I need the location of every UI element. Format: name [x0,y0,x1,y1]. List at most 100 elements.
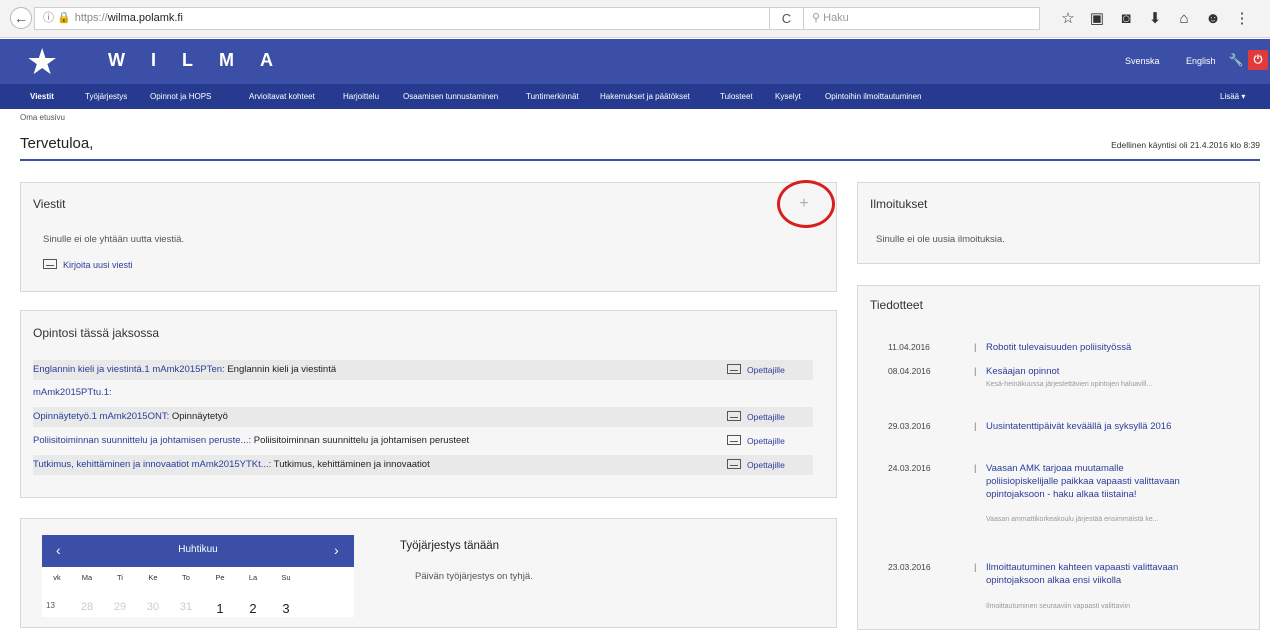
calendar-next-icon[interactable]: › [334,542,339,558]
nav-opinnot-hops[interactable]: Opinnot ja HOPS [150,84,211,109]
nav-tulosteet[interactable]: Tulosteet [720,84,753,109]
calendar-weekday: Ke [148,573,158,582]
browser-search-input[interactable]: ⚲ Haku [804,7,1040,30]
calendar-weekday: Su [281,573,291,582]
addon-icon[interactable]: ☻ [1203,7,1223,30]
nav-osaamisen-tunnustaminen[interactable]: Osaamisen tunnustaminen [403,84,498,109]
course-link[interactable]: Tutkimus, kehittäminen ja innovaatiot mA… [33,459,271,470]
title-divider [20,159,1260,161]
lang-english-link[interactable]: English [1186,56,1216,66]
course-link[interactable]: Englannin kieli ja viestintä.1 mAmk2015P… [33,364,225,375]
download-icon[interactable]: ⬇ [1145,7,1165,30]
nav-arvioitavat[interactable]: Arvioitavat kohteet [249,84,315,109]
course-link[interactable]: Opinnäytetyö.1 mAmk2015ONT: [33,411,169,422]
news-link[interactable]: Kesäajan opinnot [986,365,1186,378]
teachers-label: Opettajille [747,436,785,446]
course-desc: Poliisitoiminnan suunnittelu ja johtamis… [251,435,470,446]
calendar-date[interactable]: 3 [271,601,301,616]
news-separator: | [974,421,977,432]
wilma-logo-text: WILMA [108,50,299,70]
nav-viestit[interactable]: Viestit [30,84,54,109]
news-date: 11.04.2016 [888,342,930,352]
news-date: 29.03.2016 [888,421,931,431]
notifications-panel: Ilmoitukset Sinulle ei ole uusia ilmoitu… [857,182,1260,264]
course-link[interactable]: Poliisitoiminnan suunnittelu ja johtamis… [33,435,251,446]
new-message-link[interactable]: Kirjoita uusi viesti [43,259,133,270]
clipboard-icon[interactable]: ▣ [1087,7,1107,30]
lang-swedish-link[interactable]: Svenska [1125,56,1160,66]
lock-icon: 🔒 [57,12,71,24]
teachers-label: Opettajille [747,412,785,422]
news-title: Tiedotteet [870,298,923,312]
calendar-header: ‹ Huhtikuu › [42,535,354,567]
teachers-message-link[interactable]: Opettajille [727,360,785,380]
course-row: Poliisitoiminnan suunnittelu ja johtamis… [33,431,813,451]
nav-opintoihin-ilmoittautuminen[interactable]: Opintoihin ilmoittautuminen [825,84,922,109]
news-snippet: Kesä-heinäkuussa järjestettävien opintoj… [986,381,1153,388]
teachers-message-link[interactable]: Opettajille [727,407,785,427]
calendar-date[interactable]: 2 [238,601,268,616]
back-arrow-icon[interactable]: ← [10,7,32,29]
calendar-weekday: Ti [117,573,123,582]
calendar-date[interactable]: 1 [205,601,235,616]
notifications-empty-text: Sinulle ei ole uusia ilmoituksia. [876,234,1005,245]
wilma-star-logo[interactable]: ★ [26,44,58,80]
calendar-weekday: To [182,573,190,582]
envelope-icon [727,364,741,374]
new-message-label: Kirjoita uusi viesti [63,260,133,270]
news-date: 24.03.2016 [888,463,931,473]
news-link[interactable]: Uusintatenttipäivät keväällä ja syksyllä… [986,420,1186,433]
last-visit-text: Edellinen käyntisi oli 21.4.2016 klo 8:3… [1111,140,1260,150]
url-prefix: https:// [74,12,108,24]
calendar-date[interactable]: 31 [171,601,201,613]
browser-toolbar: ← ⓘ 🔒 https://wilma.polamk.fi C ⚲ Haku ☆ ▣… [0,0,1270,38]
nav-kyselyt[interactable]: Kyselyt [775,84,801,109]
news-snippet: Vaasan ammattikorkeakoulu järjestää ensi… [986,516,1159,523]
course-row: mAmk2015PTtu.1: [33,383,813,403]
teachers-message-link[interactable]: Opettajille [727,431,785,451]
menu-icon[interactable]: ⋮ [1232,7,1252,30]
address-bar[interactable]: ⓘ 🔒 https://wilma.polamk.fi [34,7,770,30]
calendar-date[interactable]: 28 [72,601,102,613]
nav-tyojarjestys[interactable]: Työjärjestys [85,84,127,109]
course-link[interactable]: mAmk2015PTtu.1: [33,387,112,398]
news-link[interactable]: Vaasan AMK tarjoaa muutamalle poliisiopi… [986,462,1186,501]
wrench-icon[interactable]: 🔧 [1226,50,1246,70]
courses-title: Opintosi tässä jaksossa [33,326,160,340]
course-desc: Opinnäytetyö [169,411,228,422]
pocket-icon[interactable]: ◙ [1116,7,1136,30]
courses-panel: Opintosi tässä jaksossa Englannin kieli … [20,310,837,498]
schedule-title: Työjärjestys tänään [400,540,500,552]
calendar-date[interactable]: 29 [105,601,135,613]
teachers-message-link[interactable]: Opettajille [727,455,785,475]
nav-harjoittelu[interactable]: Harjoittelu [343,84,379,109]
news-separator: | [974,562,977,573]
home-icon[interactable]: ⌂ [1174,7,1194,30]
reload-icon[interactable]: C [770,7,804,30]
search-placeholder: Haku [823,12,849,24]
bookmark-star-icon[interactable]: ☆ [1058,7,1078,30]
nav-more-dropdown[interactable]: Lisää ▾ [1220,84,1245,109]
calendar-date[interactable]: 30 [138,601,168,613]
envelope-icon [43,259,57,269]
info-icon[interactable]: ⓘ [43,12,54,24]
envelope-icon [727,459,741,469]
news-link[interactable]: Robotit tulevaisuuden poliisityössä [986,341,1186,354]
breadcrumb[interactable]: Oma etusivu [20,113,65,122]
logout-power-icon[interactable]: ⏻ [1248,50,1268,70]
course-desc: Englannin kieli ja viestintä [224,364,337,375]
main-nav: Viestit Työjärjestys Opinnot ja HOPS Arv… [0,84,1270,109]
envelope-icon [727,411,741,421]
news-link[interactable]: Ilmoittautuminen kahteen vapaasti valitt… [986,561,1186,587]
course-row: Tutkimus, kehittäminen ja innovaatiot mA… [33,455,813,475]
notifications-title: Ilmoitukset [870,197,928,211]
news-panel: Tiedotteet 11.04.2016 | Robotit tulevaisu… [857,285,1260,630]
app-header: ★ WILMA Svenska English 🔧 ⏻ [0,39,1270,84]
messages-empty-text: Sinulle ei ole yhtään uutta viestiä. [43,234,185,245]
nav-tuntimerkinnat[interactable]: Tuntimerkinnät [526,84,579,109]
calendar-weekday: Ma [81,573,93,582]
nav-hakemukset[interactable]: Hakemukset ja päätökset [600,84,690,109]
course-row: Opinnäytetyö.1 mAmk2015ONT: Opinnäytetyö… [33,407,813,427]
teachers-label: Opettajille [747,460,785,470]
red-highlight-circle [777,180,835,228]
